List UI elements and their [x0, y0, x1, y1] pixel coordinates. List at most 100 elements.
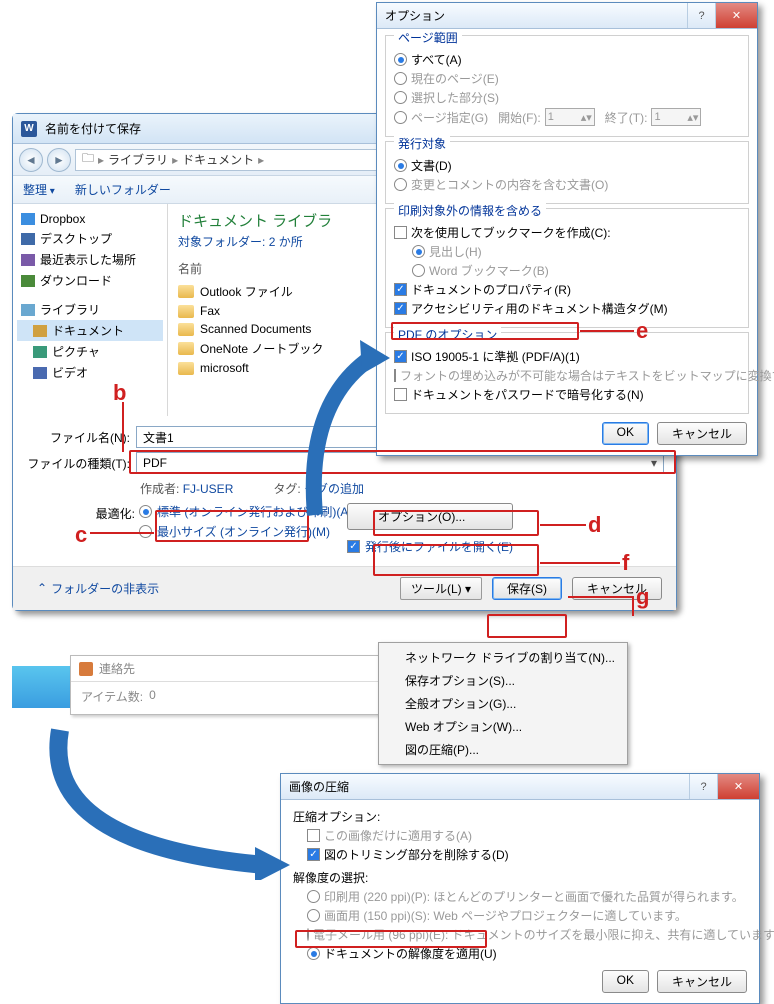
organize-menu[interactable]: 整理: [23, 181, 55, 198]
password-check[interactable]: ドキュメントをパスワードで暗号化する(N): [394, 386, 740, 403]
range-specify-radio[interactable]: ページ指定(G) 開始(F): 1▴▾ 終了(T): 1▴▾: [394, 108, 740, 126]
save-button[interactable]: 保存(S): [492, 577, 562, 600]
tag-value[interactable]: タグの追加: [304, 482, 364, 496]
page-range-group: ページ範囲 すべて(A) 現在のページ(E) 選択した部分(S) ページ指定(G…: [385, 35, 749, 137]
only-this-check[interactable]: この画像だけに適用する(A): [293, 827, 747, 844]
dropbox-icon: [21, 213, 35, 225]
menu-general-opts[interactable]: 全般オプション(G)...: [379, 692, 627, 715]
ann-box-g: [487, 614, 567, 638]
target-legend: 発行対象: [394, 135, 450, 152]
cancel-button[interactable]: キャンセル: [572, 577, 662, 600]
tree-recent[interactable]: 最近表示した場所: [17, 249, 163, 270]
radio-icon: [307, 928, 309, 941]
target-comments-radio[interactable]: 変更とコメントの内容を含む文書(O): [394, 176, 740, 193]
menu-web-opts[interactable]: Web オプション(W)...: [379, 715, 627, 738]
tree-documents[interactable]: ドキュメント: [17, 320, 163, 341]
optimize-min-radio[interactable]: 最小サイズ (オンライン発行)(M): [139, 525, 307, 541]
docres-radio[interactable]: ドキュメントの解像度を適用(U): [293, 945, 747, 962]
tree-pictures[interactable]: ピクチャ: [17, 341, 163, 362]
end-page-spinner[interactable]: 1▴▾: [651, 108, 701, 126]
range-selection-radio[interactable]: 選択した部分(S): [394, 89, 740, 106]
check-icon: [394, 226, 407, 239]
tree-downloads[interactable]: ダウンロード: [17, 270, 163, 291]
bookmarks-check[interactable]: 次を使用してブックマークを作成(C):: [394, 224, 740, 241]
compress-cancel-button[interactable]: キャンセル: [657, 970, 747, 993]
author-value[interactable]: FJ-USER: [183, 482, 234, 496]
tree-videos[interactable]: ビデオ: [17, 362, 163, 383]
radio-icon: [394, 159, 407, 172]
check-icon: [347, 540, 360, 553]
options-titlebar: オプション ? ✕: [377, 3, 757, 29]
folder-icon: [178, 362, 194, 375]
close-button[interactable]: ✕: [717, 774, 759, 799]
nonprint-legend: 印刷対象外の情報を含める: [394, 202, 546, 219]
new-folder-button[interactable]: 新しいフォルダー: [75, 181, 171, 198]
tools-dropdown[interactable]: ツール(L) ▾: [400, 577, 482, 600]
headings-radio[interactable]: 見出し(H): [394, 243, 740, 260]
radio-icon: [394, 72, 407, 85]
radio-icon: [139, 505, 152, 518]
radio-icon: [307, 890, 320, 903]
items-count-label: アイテム数:: [81, 688, 143, 705]
radio-icon: [394, 53, 407, 66]
target-doc-radio[interactable]: 文書(D): [394, 157, 740, 174]
help-button[interactable]: ?: [689, 774, 717, 799]
radio-icon: [139, 525, 152, 538]
options-cancel-button[interactable]: キャンセル: [657, 422, 747, 445]
close-button[interactable]: ✕: [715, 3, 757, 28]
optimize-standard-radio[interactable]: 標準 (オンライン発行および印刷)(A): [139, 505, 307, 521]
check-icon: [394, 350, 407, 363]
breadcrumb-2[interactable]: ドキュメント: [182, 151, 254, 168]
range-current-radio[interactable]: 現在のページ(E): [394, 70, 740, 87]
nav-fwd-button[interactable]: ►: [47, 148, 71, 172]
pdf-options-group: PDF のオプション ISO 19005-1 に準拠 (PDF/A)(1) フォ…: [385, 332, 749, 414]
resolution-label: 解像度の選択:: [293, 869, 747, 886]
folder-icon: [178, 342, 194, 355]
radio-icon: [394, 111, 407, 124]
target-folder-value[interactable]: 2 か所: [269, 235, 303, 249]
screen-radio[interactable]: 画面用 (150 ppi)(S): Web ページやプロジェクターに適しています…: [293, 907, 747, 924]
menu-compress[interactable]: 図の圧縮(P)...: [379, 738, 627, 761]
options-button[interactable]: オプション(O)...: [347, 503, 513, 530]
menu-map-drive[interactable]: ネットワーク ドライブの割り当て(N)...: [379, 646, 627, 669]
tree-libraries[interactable]: ライブラリ: [17, 299, 163, 320]
contacts-label: 連絡先: [99, 660, 135, 677]
help-button[interactable]: ?: [687, 3, 715, 28]
word-icon: W: [21, 121, 37, 137]
options-dialog: オプション ? ✕ ページ範囲 すべて(A) 現在のページ(E) 選択した部分(…: [376, 2, 758, 456]
tree-dropbox[interactable]: Dropbox: [17, 210, 163, 228]
contacts-icon: [79, 662, 93, 676]
nav-back-button[interactable]: ◄: [19, 148, 43, 172]
word-bm-radio[interactable]: Word ブックマーク(B): [394, 262, 740, 279]
radio-icon: [307, 947, 320, 960]
radio-icon: [394, 91, 407, 104]
radio-icon: [412, 264, 425, 277]
folder-icon: [178, 323, 194, 336]
breadcrumb-root-icon: 🗀: [82, 149, 94, 170]
folder-icon: [178, 285, 194, 298]
breadcrumb-1[interactable]: ライブラリ: [108, 151, 168, 168]
check-icon: [307, 848, 320, 861]
compress-dialog: 画像の圧縮 ? ✕ 圧縮オプション: この画像だけに適用する(A) 図のトリミン…: [280, 773, 760, 1004]
tree-desktop[interactable]: デスクトップ: [17, 228, 163, 249]
nonprint-group: 印刷対象外の情報を含める 次を使用してブックマークを作成(C): 見出し(H) …: [385, 208, 749, 328]
publish-target-group: 発行対象 文書(D) 変更とコメントの内容を含む文書(O): [385, 141, 749, 204]
options-ok-button[interactable]: OK: [602, 422, 649, 445]
background-window: 連絡先 アイテム数: 0: [70, 655, 380, 715]
menu-save-opts[interactable]: 保存オプション(S)...: [379, 669, 627, 692]
start-page-spinner[interactable]: 1▴▾: [545, 108, 595, 126]
email-radio[interactable]: 電子メール用 (96 ppi)(E): ドキュメントのサイズを最小限に抑え、共有…: [293, 926, 747, 943]
docprops-check[interactable]: ドキュメントのプロパティ(R): [394, 281, 740, 298]
compress-ok-button[interactable]: OK: [602, 970, 649, 993]
iso-check[interactable]: ISO 19005-1 に準拠 (PDF/A)(1): [394, 348, 740, 365]
range-all-radio[interactable]: すべて(A): [394, 51, 740, 68]
crop-check[interactable]: 図のトリミング部分を削除する(D): [293, 846, 747, 863]
items-count-value: 0: [149, 688, 156, 705]
a11y-check[interactable]: アクセシビリティ用のドキュメント構造タグ(M): [394, 300, 740, 317]
bitmap-check[interactable]: フォントの埋め込みが不可能な場合はテキストをビットマップに変換する(X): [394, 367, 740, 384]
desktop-icon: [21, 233, 35, 245]
print-radio[interactable]: 印刷用 (220 ppi)(P): ほとんどのプリンターと画面で優れた品質が得ら…: [293, 888, 747, 905]
page-range-legend: ページ範囲: [394, 29, 462, 46]
folder-toggle[interactable]: ⌃フォルダーの非表示: [37, 580, 159, 597]
open-after-checkbox[interactable]: 発行後にファイルを開く(E): [347, 540, 513, 556]
